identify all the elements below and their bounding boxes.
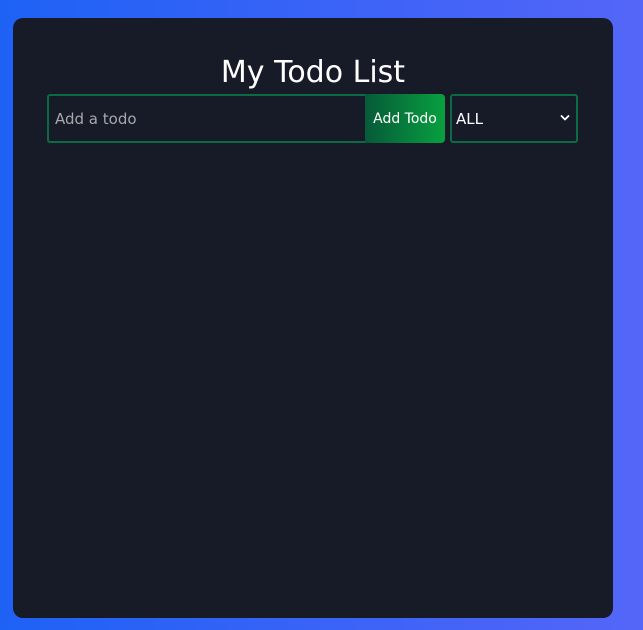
todo-app-panel: My Todo List Add Todo ALL xyxy=(13,18,613,618)
filter-selected-value: ALL xyxy=(456,110,483,128)
chevron-down-icon xyxy=(560,115,570,121)
todo-form: Add Todo ALL xyxy=(47,94,579,143)
filter-select[interactable]: ALL xyxy=(450,94,578,143)
page-title: My Todo List xyxy=(220,55,406,90)
add-todo-button[interactable]: Add Todo xyxy=(365,94,445,143)
todo-input[interactable] xyxy=(47,94,367,143)
